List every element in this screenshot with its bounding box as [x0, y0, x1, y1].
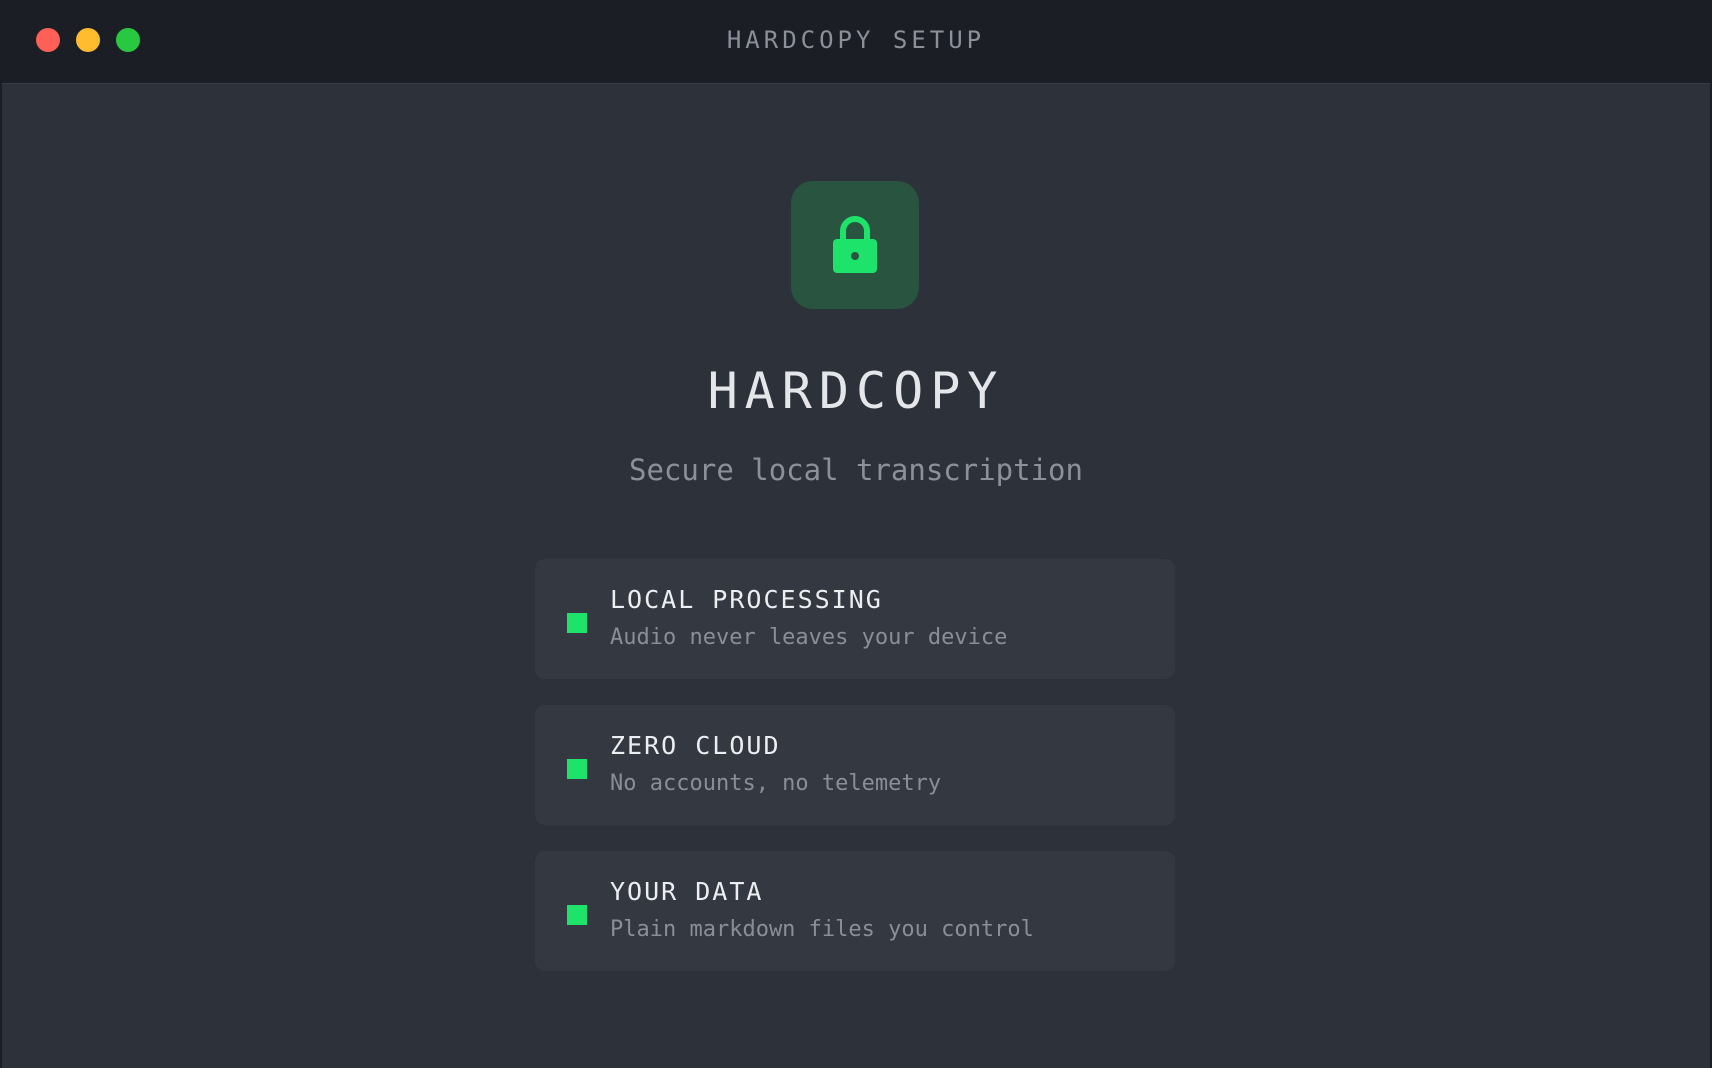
feature-description: Plain markdown files you control — [610, 917, 1034, 942]
setup-content: HARDCOPY Secure local transcription LOCA… — [2, 84, 1710, 1068]
feature-title: YOUR DATA — [610, 877, 764, 906]
app-name: HARDCOPY — [707, 362, 1005, 420]
feature-card-local-processing: LOCAL PROCESSING Audio never leaves your… — [535, 559, 1175, 679]
lock-icon — [833, 216, 877, 273]
feature-list: LOCAL PROCESSING Audio never leaves your… — [535, 559, 1175, 997]
feature-title: ZERO CLOUD — [610, 731, 781, 760]
app-logo — [791, 181, 919, 309]
app-tagline: Secure local transcription — [629, 453, 1083, 487]
feature-card-zero-cloud: ZERO CLOUD No accounts, no telemetry — [535, 705, 1175, 825]
feature-bullet-icon — [567, 759, 587, 779]
feature-bullet-icon — [567, 613, 587, 633]
window-title: HARDCOPY SETUP — [726, 26, 986, 54]
feature-title: LOCAL PROCESSING — [610, 585, 883, 614]
feature-bullet-icon — [567, 905, 587, 925]
feature-card-your-data: YOUR DATA Plain markdown files you contr… — [535, 851, 1175, 971]
feature-description: No accounts, no telemetry — [610, 771, 942, 796]
setup-window: HARDCOPY SETUP HARDCOPY Secure local tra… — [0, 0, 1712, 1068]
title-bar[interactable]: HARDCOPY SETUP — [2, 0, 1710, 84]
feature-description: Audio never leaves your device — [610, 625, 1008, 650]
